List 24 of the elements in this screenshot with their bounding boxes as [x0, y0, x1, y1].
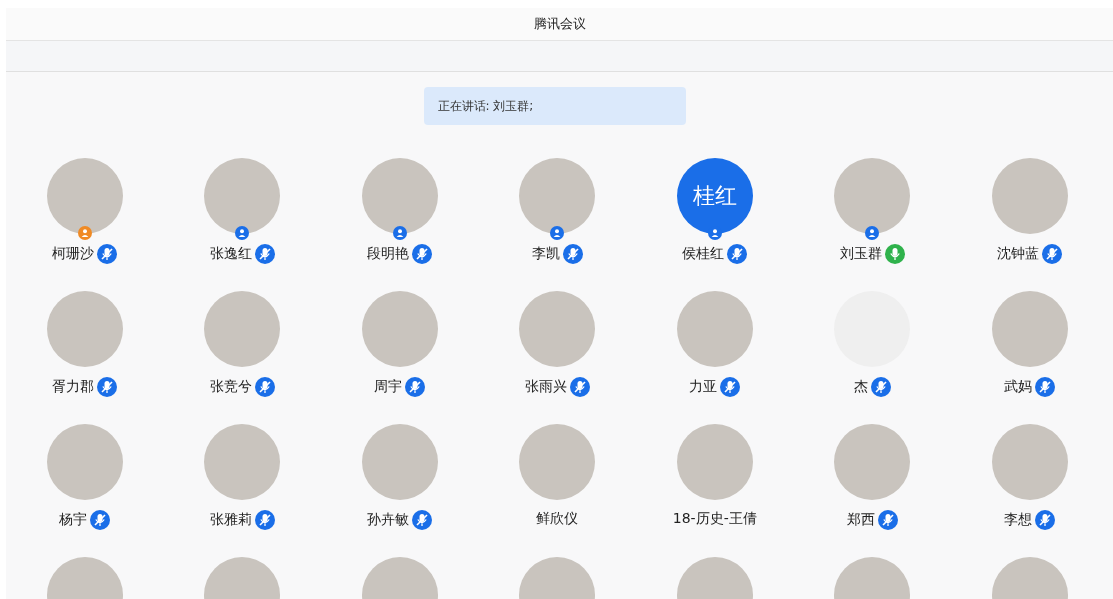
participant-name: 张雨兴	[524, 378, 567, 396]
participant-name: 郑西	[846, 511, 875, 529]
participant-name: 张逸红	[209, 245, 252, 263]
avatar: 桂红	[676, 158, 753, 234]
participant-name: 李凯	[531, 245, 560, 263]
participant-name: 段明艳	[367, 245, 410, 263]
participant-name: 张雅莉	[209, 511, 252, 529]
participant-name: 鲜欣仪	[536, 510, 579, 528]
participant-name: 侯桂红	[682, 245, 725, 263]
participant-name: 胥力郡	[52, 378, 95, 396]
participant-name: 刘玉群	[839, 245, 882, 263]
participant-name: 武妈	[1004, 378, 1033, 396]
participant-name: 杰	[853, 378, 868, 396]
participant-name: 力亚	[689, 378, 718, 396]
speaking-banner: 正在讲话: 刘玉群;	[423, 87, 686, 125]
participant-name: 张竞兮	[209, 378, 252, 396]
participant-name: 18-历史-王倩	[672, 510, 757, 528]
participant-name: 沈钟蓝	[997, 245, 1040, 263]
window-title: 腾讯会议	[533, 15, 586, 33]
participant-name: 李想	[1004, 511, 1033, 529]
participant-name: 周宇	[374, 378, 403, 396]
participant-name: 杨宇	[59, 511, 88, 529]
participant-name: 柯珊沙	[52, 245, 95, 263]
participant-name: 孙卉敏	[367, 511, 410, 529]
